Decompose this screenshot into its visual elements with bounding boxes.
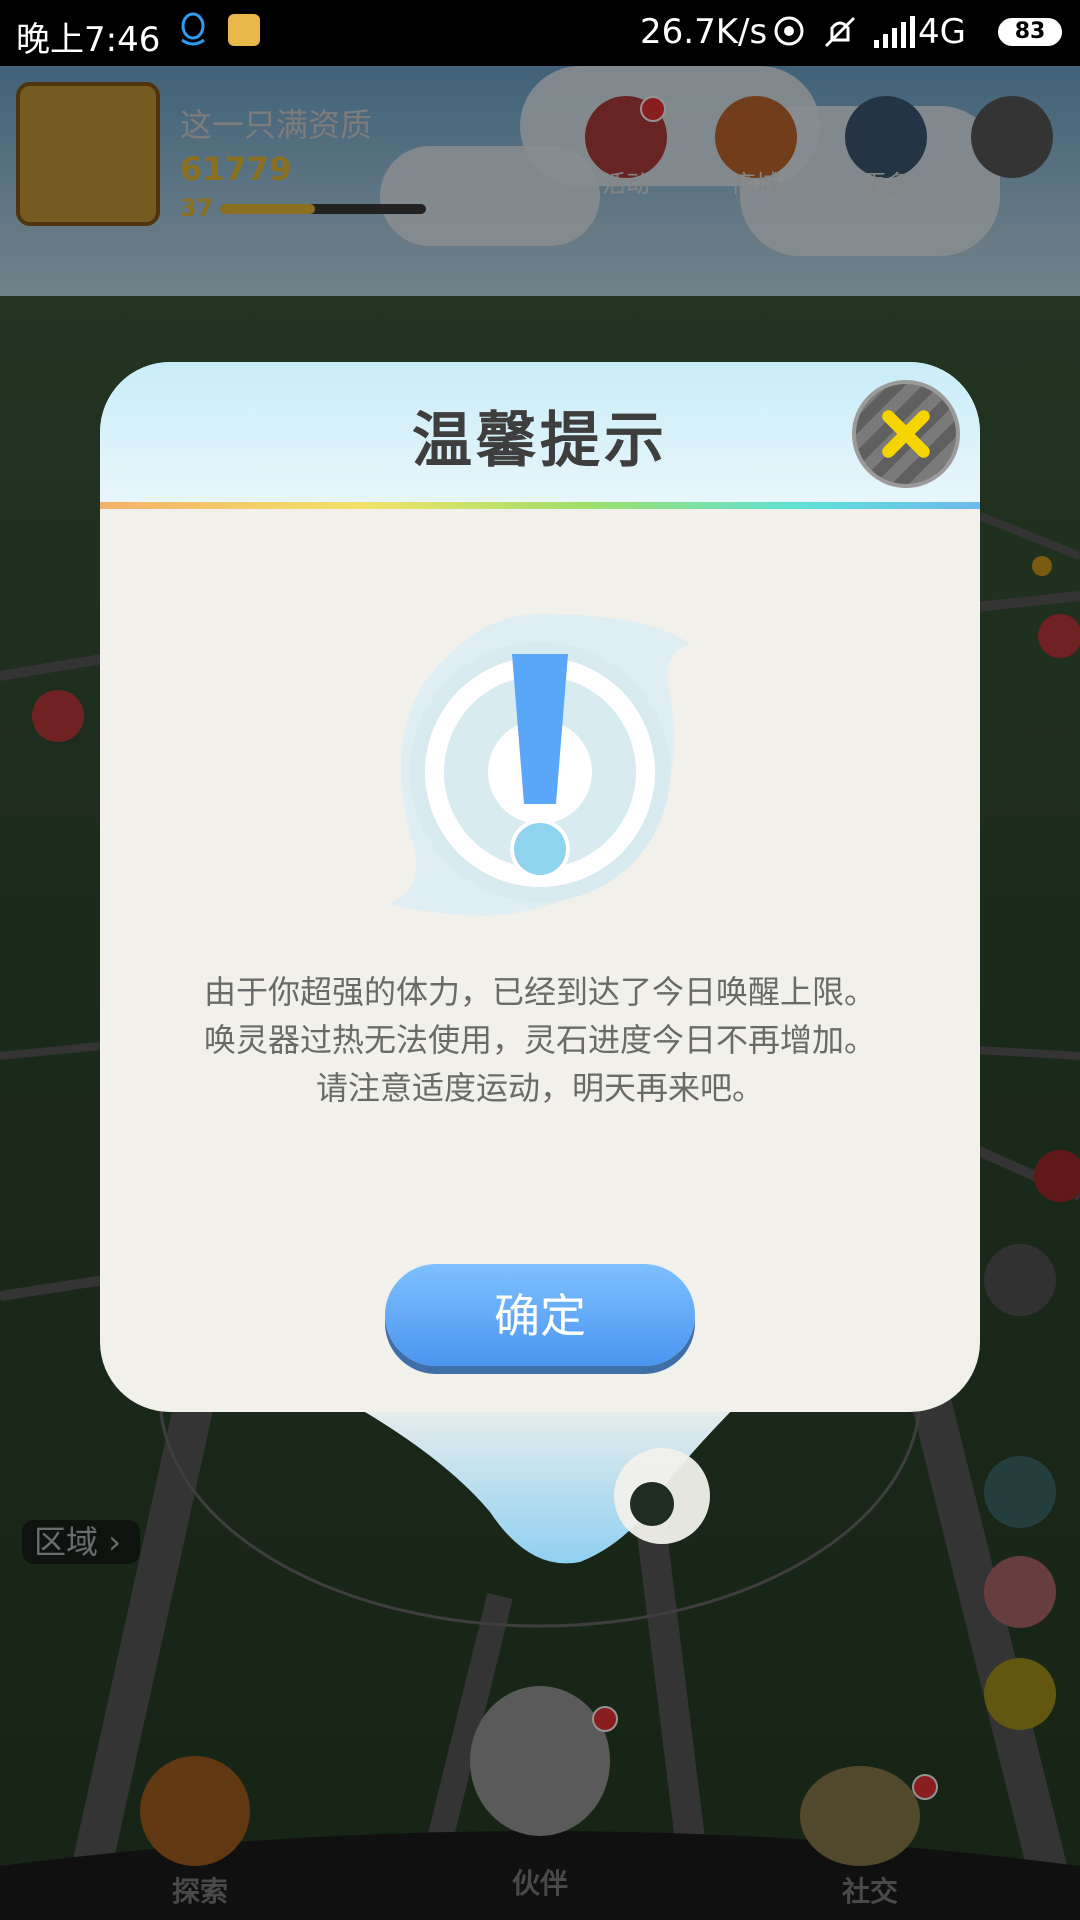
message-line: 请注意适度运动，明天再来吧。 — [315, 1069, 764, 1107]
mute-icon — [824, 16, 856, 48]
qq-notification-icon — [181, 12, 205, 46]
dialog-title: 温馨提示 — [412, 406, 668, 476]
confirm-button[interactable]: 确定 — [385, 1264, 695, 1366]
dialog-message: 由于你超强的体力，已经到达了今日唤醒上限。 唤灵器过热无法使用，灵石进度今日不再… — [130, 968, 950, 1112]
message-line: 由于你超强的体力，已经到达了今日唤醒上限。 — [203, 973, 876, 1011]
dialog-tail — [330, 1392, 750, 1564]
network-speed: 26.7K/s — [640, 12, 768, 52]
close-icon — [882, 410, 930, 458]
exclamation-icon — [390, 614, 690, 916]
battery-icon: 83 — [998, 18, 1062, 46]
network-type: 4G — [918, 12, 966, 52]
signal-icon — [874, 16, 915, 48]
header-divider — [100, 502, 980, 509]
hotspot-icon — [774, 16, 804, 46]
close-button[interactable] — [852, 380, 960, 488]
game-notification-icon — [228, 14, 260, 46]
message-line: 唤灵器过热无法使用，灵石进度今日不再增加。 — [203, 1021, 876, 1059]
battery-level: 83 — [1014, 19, 1046, 44]
status-bar: 晚上7:46 26.7K/s 4G 83 — [0, 0, 1080, 66]
status-time: 晚上7:46 — [16, 20, 161, 60]
notice-dialog: 温馨提示 由于你超强的体力，已经到达了今日唤醒上限。 唤灵器过热无法使用，灵石进… — [100, 362, 980, 1412]
